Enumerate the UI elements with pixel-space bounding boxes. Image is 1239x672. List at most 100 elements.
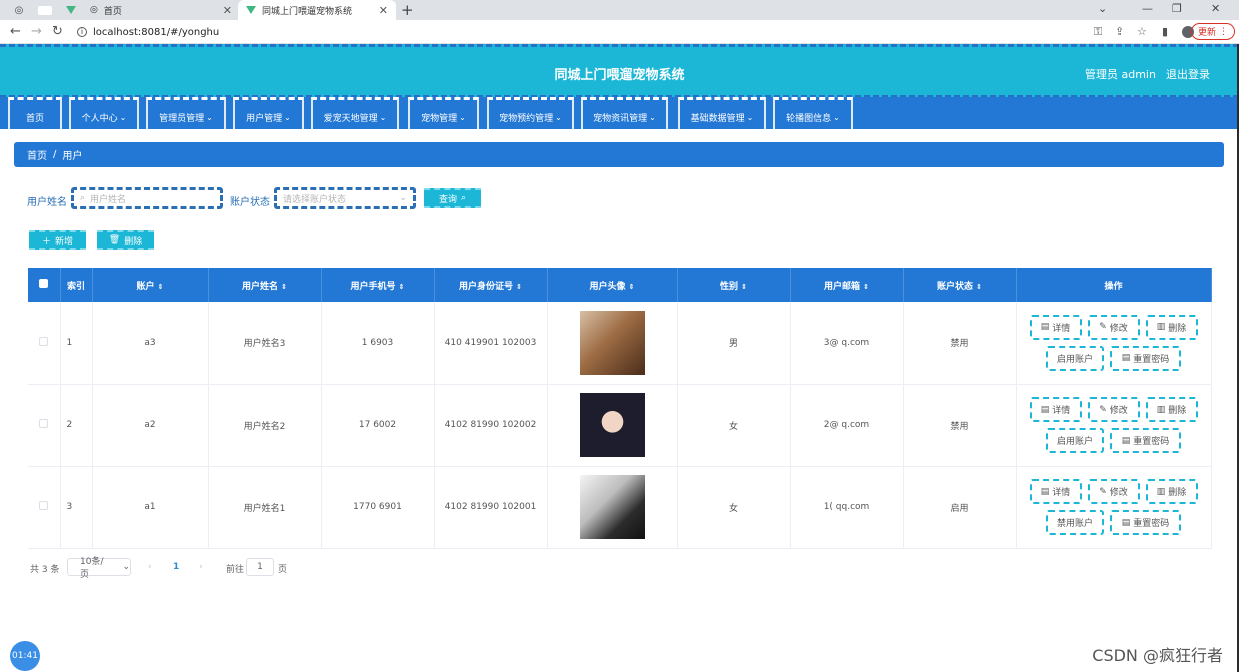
browser-tab-icon[interactable]: ◎	[12, 3, 26, 17]
detail-button[interactable]: ▤ 详情	[1029, 314, 1082, 340]
row-phone: 1770 6901	[321, 466, 435, 549]
reload-icon[interactable]: ↻	[52, 24, 63, 39]
row-name: 用户姓名3	[208, 302, 322, 385]
pencil-icon: ✎	[1099, 404, 1107, 415]
nav-item-home[interactable]: 首页	[8, 97, 62, 129]
user-avatar-image[interactable]	[579, 393, 645, 457]
url-field[interactable]: i localhost:8081/#/yonghu	[77, 23, 219, 41]
reset-password-button[interactable]: ▤ 重置密码	[1110, 428, 1181, 453]
row-avatar-cell	[547, 466, 678, 549]
main-nav: 首页 个人中心 ⌄ 管理员管理 ⌄ 用户管理 ⌄ 爱宠天地管理 ⌄ 宠物管理 ⌄ 宠物预约…	[0, 97, 1239, 129]
col-id-card[interactable]: 用户身份证号 ⇕	[434, 268, 548, 302]
edit-button[interactable]: ✎ 修改	[1087, 479, 1140, 504]
row-checkbox[interactable]	[28, 302, 61, 385]
breadcrumb-home[interactable]: 首页	[27, 147, 47, 162]
share-icon[interactable]: ⇪	[1115, 25, 1124, 38]
nav-item-pets[interactable]: 宠物管理 ⌄	[408, 97, 479, 129]
delete-button[interactable]: ▥ 删除	[1145, 314, 1198, 340]
chevron-down-icon: ⌄	[833, 113, 840, 122]
page-size-value: 10条/页	[80, 557, 104, 580]
nav-label: 用户管理	[246, 114, 283, 124]
col-gender[interactable]: 性别 ⇕	[677, 268, 791, 302]
blank-tab-icon[interactable]	[38, 6, 52, 15]
col-email[interactable]: 用户邮箱 ⇕	[790, 268, 904, 302]
row-avatar-cell	[547, 384, 678, 467]
next-page-icon[interactable]: ›	[199, 562, 203, 572]
nav-label: 首页	[25, 114, 44, 124]
row-ops: ▤ 详情 ✎ 修改 ▥ 删除 启用账户 ▤ 重置密码	[1016, 384, 1212, 467]
col-status[interactable]: 账户状态 ⇕	[903, 268, 1017, 302]
col-account[interactable]: 账户 ⇕	[92, 268, 209, 302]
nav-item-admin[interactable]: 管理员管理 ⌄	[146, 97, 226, 129]
col-phone[interactable]: 用户手机号 ⇕	[321, 268, 435, 302]
detail-button[interactable]: ▤ 详情	[1029, 479, 1082, 504]
page-size-select[interactable]: 10条/页 ⌄	[67, 557, 131, 580]
sort-icon: ⇕	[281, 282, 287, 291]
nav-item-users[interactable]: 用户管理 ⌄	[233, 97, 304, 129]
name-filter-input[interactable]: ⌕ 用户姓名	[71, 187, 223, 209]
user-avatar-image[interactable]	[579, 475, 645, 539]
col-avatar[interactable]: 用户头像 ⇕	[547, 268, 678, 302]
close-tab-icon[interactable]: ✕	[223, 4, 232, 17]
minimize-icon[interactable]: —	[1142, 2, 1153, 15]
page-number-current[interactable]: 1	[173, 562, 179, 572]
logout-link[interactable]: 退出登录	[1166, 66, 1210, 82]
maximize-icon[interactable]: ❐	[1172, 2, 1182, 15]
update-button[interactable]: 更新 ⋮	[1190, 23, 1235, 40]
users-table: 索引 账户 ⇕ 用户姓名 ⇕ 用户手机号 ⇕ 用户身份证号 ⇕ 用户头像 ⇕ 性别 ⇕ 用户…	[28, 268, 1212, 549]
doc-icon: ▤	[1040, 322, 1050, 333]
trash-icon: ▥	[1156, 486, 1166, 497]
user-avatar-image[interactable]	[579, 310, 645, 375]
edit-button[interactable]: ✎ 修改	[1087, 397, 1140, 422]
tab-search-icon[interactable]: ⌄	[1098, 2, 1107, 15]
col-name[interactable]: 用户姓名 ⇕	[208, 268, 322, 302]
recording-timer: 01:41	[10, 641, 40, 671]
new-tab-icon[interactable]: +	[401, 1, 414, 19]
toggle-account-button[interactable]: 启用账户	[1046, 345, 1104, 371]
add-button[interactable]: ＋ 新增	[29, 230, 86, 250]
close-tab-icon[interactable]: ✕	[379, 4, 388, 17]
star-icon[interactable]: ☆	[1137, 25, 1147, 38]
query-button[interactable]: 查询 ⌕	[424, 188, 481, 208]
edit-button[interactable]: ✎ 修改	[1087, 314, 1140, 340]
nav-item-news[interactable]: 宠物资讯管理 ⌄	[581, 97, 668, 129]
select-all-checkbox[interactable]	[28, 268, 61, 302]
url-text: localhost:8081/#/yonghu	[93, 26, 220, 38]
key-icon[interactable]: ⚿	[1094, 25, 1102, 39]
doc-icon: ▤	[1121, 435, 1131, 446]
browser-tab-home[interactable]: ◎ 首页 ✕	[82, 0, 240, 20]
toggle-account-button[interactable]: 禁用账户	[1046, 510, 1104, 535]
delete-button[interactable]: ▥ 删除	[1145, 479, 1198, 504]
back-icon[interactable]: ←	[10, 24, 21, 39]
goto-page-input[interactable]: 1	[246, 558, 274, 576]
status-filter-select[interactable]: 请选择账户状态 ⌄	[274, 187, 416, 209]
row-account: a2	[92, 384, 209, 467]
info-icon[interactable]: i	[77, 27, 87, 37]
globe-icon: ◎	[90, 5, 98, 15]
nav-item-carousel[interactable]: 轮播图信息 ⌄	[773, 97, 853, 129]
prev-page-icon[interactable]: ‹	[148, 562, 152, 572]
detail-button[interactable]: ▤ 详情	[1029, 397, 1082, 422]
nav-item-base-data[interactable]: 基础数据管理 ⌄	[678, 97, 766, 129]
sidebar-icon[interactable]: ▮	[1162, 25, 1168, 38]
plus-icon: ＋	[41, 236, 51, 247]
nav-item-personal[interactable]: 个人中心 ⌄	[69, 97, 139, 129]
window-close-icon[interactable]: ✕	[1211, 2, 1220, 15]
vue-tab-icon[interactable]	[64, 3, 78, 17]
delete-button[interactable]: ▥ 删除	[1145, 397, 1198, 422]
reset-password-button[interactable]: ▤ 重置密码	[1110, 510, 1181, 535]
forward-icon[interactable]: →	[31, 24, 42, 39]
row-id-card: 4102 81990 102002	[434, 384, 548, 467]
row-checkbox[interactable]	[28, 384, 61, 467]
nav-label: 宠物资讯管理	[593, 114, 648, 124]
nav-item-appointments[interactable]: 宠物预约管理 ⌄	[487, 97, 574, 129]
row-checkbox[interactable]	[28, 466, 61, 549]
toggle-account-button[interactable]: 启用账户	[1046, 428, 1104, 453]
op-label: 详情	[1052, 488, 1071, 498]
browser-tab-active[interactable]: 同城上门喂遛宠物系统 ✕	[238, 0, 396, 20]
op-label: 详情	[1052, 323, 1071, 334]
nav-item-pet-world[interactable]: 爱宠天地管理 ⌄	[311, 97, 399, 129]
delete-selected-button[interactable]: 🗑 删除	[97, 230, 154, 250]
op-label: 删除	[1168, 406, 1187, 416]
reset-password-button[interactable]: ▤ 重置密码	[1110, 345, 1181, 371]
